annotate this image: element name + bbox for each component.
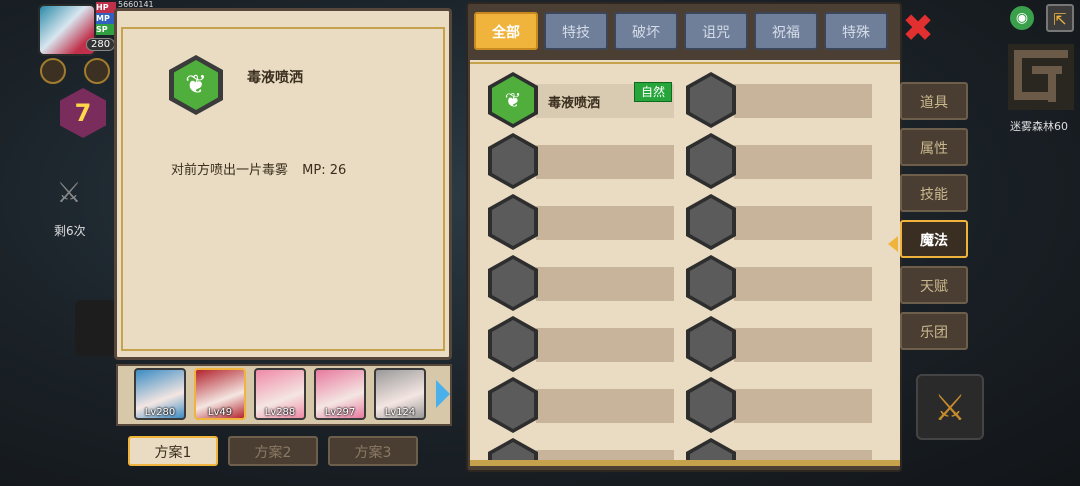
skill-slot-filled[interactable]: ❦ 毒液喷洒 自然 [488,72,678,128]
empty-hex-icon [686,72,736,128]
tab-1[interactable]: 特技 [544,12,608,50]
dpad-control[interactable] [75,300,117,356]
empty-hex-icon [488,377,538,433]
skill-detail-panel: ❦ 毒液喷洒 对前方喷出一片毒雾 MP: 26 [114,8,452,360]
empty-hex-icon [686,438,736,462]
plan-button-2[interactable]: 方案2 [228,436,318,466]
skill-slot-empty[interactable] [686,72,876,128]
empty-hex-icon [488,194,538,250]
minimap[interactable] [1008,44,1074,110]
close-icon[interactable]: ✖ [900,9,936,47]
slot-bar [536,206,674,240]
slot-bar [536,145,674,179]
tab-0[interactable]: 全部 [474,12,538,50]
active-pointer-icon [888,236,898,252]
side-menu-item-3[interactable]: 魔法 [900,220,968,258]
empty-hex-icon [488,438,538,462]
character-level: Lv280 [144,407,176,418]
empty-hex-icon [488,133,538,189]
strip-next-arrow-icon[interactable] [436,380,450,408]
skill-slot-empty[interactable] [686,194,876,250]
empty-hex-icon [686,133,736,189]
mp-cost: MP: 26 [302,163,347,178]
list-top-border [470,62,900,64]
side-menu-item-5[interactable]: 乐团 [900,312,968,350]
empty-hex-icon [686,316,736,372]
skill-slot-empty[interactable] [488,438,678,462]
slot-bar [734,267,872,301]
mp-label: MP [96,13,116,24]
stat-bars: HP MP SP [96,2,116,35]
side-menu-item-0[interactable]: 道具 [900,82,968,120]
tab-4[interactable]: 祝福 [754,12,818,50]
skill-name: 毒液喷洒 [548,96,601,111]
character-level: Lv49 [207,407,233,418]
slot-bar [734,84,872,118]
skill-slot-empty[interactable] [686,377,876,433]
character-level: Lv297 [324,407,356,418]
detail-skill-name: 毒液喷洒 [247,70,303,86]
network-icon: ◉ [1010,6,1034,30]
tab-3[interactable]: 诅咒 [684,12,748,50]
player-level: 280 [86,38,116,51]
buff-icon-2[interactable] [84,58,110,84]
plan-button-1[interactable]: 方案1 [128,436,218,466]
character-level: Lv288 [264,407,296,418]
side-menu-item-4[interactable]: 天赋 [900,266,968,304]
slot-bar [734,206,872,240]
skill-slot-empty[interactable] [488,255,678,311]
character-level: Lv124 [384,407,416,418]
side-menu-item-2[interactable]: 技能 [900,174,968,212]
poison-leaf-icon: ❦ [488,72,538,128]
skill-slot-empty[interactable] [686,316,876,372]
character-slot[interactable]: Lv49 [194,368,246,420]
skill-slot-empty[interactable] [488,316,678,372]
skill-slot-empty[interactable] [686,133,876,189]
empty-hex-icon [488,255,538,311]
empty-hex-icon [686,255,736,311]
slot-bar [734,145,872,179]
empty-hex-icon [686,194,736,250]
slot-bar [734,328,872,362]
skill-slot-empty[interactable] [488,194,678,250]
character-slot[interactable]: Lv124 [374,368,426,420]
description-text: 对前方喷出一片毒雾 [171,163,289,178]
skill-slot-empty[interactable] [686,438,876,462]
attack-sword-icon[interactable]: ⚔ [916,374,984,440]
side-menu-item-1[interactable]: 属性 [900,128,968,166]
hp-label: HP [96,2,116,13]
empty-hex-icon [686,377,736,433]
skill-grid: ❦ 毒液喷洒 自然 [470,60,900,462]
character-slot[interactable]: Lv288 [254,368,306,420]
sp-label: SP [96,24,116,35]
plan-button-3[interactable]: 方案3 [328,436,418,466]
skill-slot-empty[interactable] [686,255,876,311]
crossed-swords-icon[interactable]: ⚔ [52,176,86,210]
skill-list-panel: 全部 特技 破坏 诅咒 祝福 特殊 ❦ 毒液喷洒 自然 [466,2,902,472]
detail-description: 对前方喷出一片毒雾 MP: 26 [171,159,346,178]
character-slot[interactable]: Lv297 [314,368,366,420]
poison-leaf-icon: ❦ [169,55,223,115]
empty-hex-icon [488,316,538,372]
skill-slot-empty[interactable] [488,377,678,433]
slot-bar [536,389,674,423]
element-tag: 自然 [634,82,673,102]
remaining-count: 剩6次 [54,224,86,238]
character-slot[interactable]: Lv280 [134,368,186,420]
tab-2[interactable]: 破坏 [614,12,678,50]
tab-5[interactable]: 特殊 [824,12,888,50]
slot-bar [536,328,674,362]
slot-bar [536,267,674,301]
exit-icon[interactable]: ⇱ [1046,4,1074,32]
slot-bar [734,389,872,423]
skill-slot-empty[interactable] [488,133,678,189]
map-name: 迷雾森林60 [1010,120,1068,133]
detail-frame: ❦ 毒液喷洒 对前方喷出一片毒雾 MP: 26 [121,27,445,351]
buff-icon[interactable] [40,58,66,84]
list-bottom-border [470,460,900,466]
